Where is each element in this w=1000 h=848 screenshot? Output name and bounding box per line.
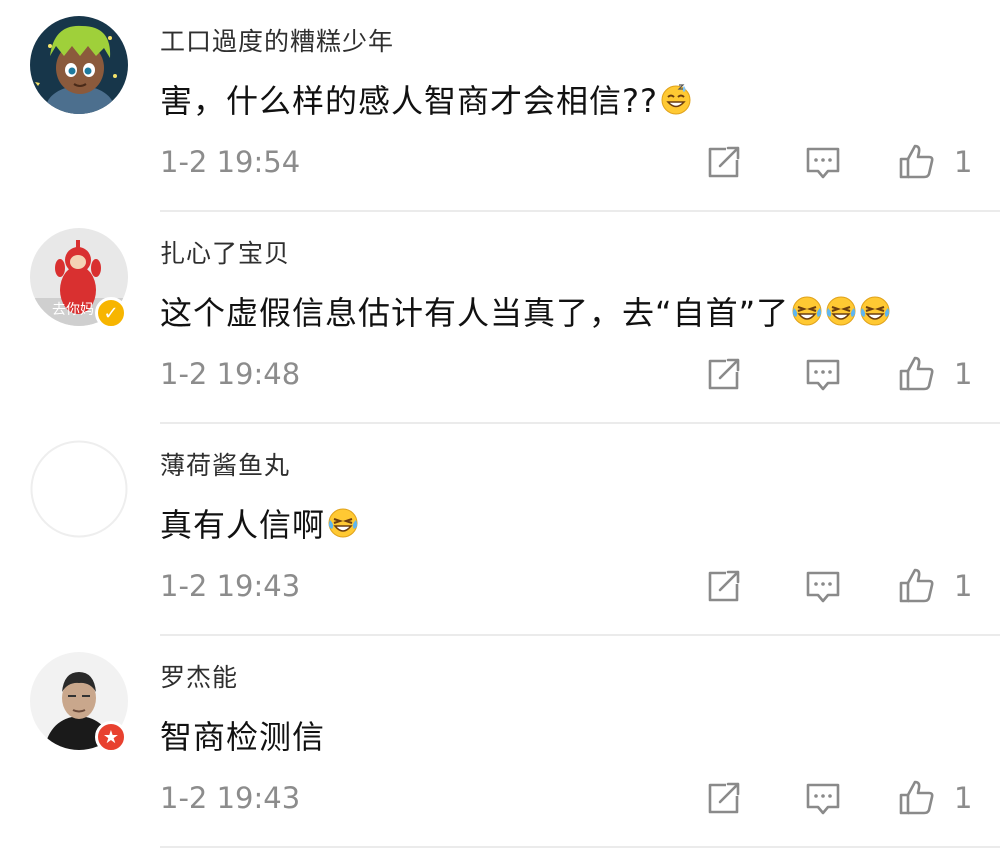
comment-text: 智商检测信 <box>160 712 325 758</box>
laugh-cry-emoji-icon <box>327 507 359 539</box>
comment-timestamp: 1-2 19:48 <box>160 357 301 391</box>
like-count: 1 <box>954 781 973 815</box>
comment-timestamp: 1-2 19:54 <box>160 145 301 179</box>
verified-badge-icon: ★ <box>95 721 127 753</box>
comment-text-content: 这个虚假信息估计有人当真了，去“自首”了 <box>160 294 790 332</box>
comment-username[interactable]: 罗杰能 <box>160 658 238 694</box>
comment-timestamp: 1-2 19:43 <box>160 569 301 603</box>
share-icon[interactable] <box>704 778 744 818</box>
laugh-cry-emoji-icon <box>825 295 857 327</box>
comment-item: 工口過度的糟糕少年 害，什么样的感人智商才会相信?? 1-2 19:54 1 <box>0 0 1000 212</box>
comment-icon[interactable] <box>803 778 843 818</box>
like-icon[interactable] <box>896 566 936 606</box>
comment-item: ★ 罗杰能 智商检测信 1-2 19:43 1 <box>0 636 1000 848</box>
comment-username[interactable]: 薄荷酱鱼丸 <box>160 446 290 482</box>
comment-list: 工口過度的糟糕少年 害，什么样的感人智商才会相信?? 1-2 19:54 1 去… <box>0 0 1000 848</box>
comment-text-content: 害，什么样的感人智商才会相信?? <box>160 82 658 120</box>
comment-username[interactable]: 工口過度的糟糕少年 <box>160 22 394 58</box>
comment-timestamp: 1-2 19:43 <box>160 781 301 815</box>
like-icon[interactable] <box>896 354 936 394</box>
share-icon[interactable] <box>704 566 744 606</box>
like-icon[interactable] <box>896 142 936 182</box>
comment-icon[interactable] <box>803 354 843 394</box>
avatar[interactable] <box>30 16 128 114</box>
comment-text: 这个虚假信息估计有人当真了，去“自首”了 <box>160 288 891 334</box>
comment-text: 真有人信啊 <box>160 500 359 546</box>
comment-text-content: 真有人信啊 <box>160 506 326 544</box>
avatar[interactable] <box>30 440 128 538</box>
comment-text: 害，什么样的感人智商才会相信?? <box>160 76 692 122</box>
like-icon[interactable] <box>896 778 936 818</box>
share-icon[interactable] <box>704 354 744 394</box>
laugh-cry-emoji-icon <box>791 295 823 327</box>
like-count: 1 <box>954 145 973 179</box>
share-icon[interactable] <box>704 142 744 182</box>
laugh-cry-emoji-icon <box>859 295 891 327</box>
comment-username[interactable]: 扎心了宝贝 <box>160 234 290 270</box>
comment-icon[interactable] <box>803 566 843 606</box>
comment-text-content: 智商检测信 <box>160 718 326 756</box>
like-count: 1 <box>954 357 973 391</box>
avatar-caption: 去你妈 <box>52 302 94 318</box>
grin-sweat-emoji-icon <box>660 83 692 115</box>
comment-icon[interactable] <box>803 142 843 182</box>
like-count: 1 <box>954 569 973 603</box>
verified-badge-icon: ✓ <box>95 297 127 329</box>
comment-item: 薄荷酱鱼丸 真有人信啊 1-2 19:43 1 <box>0 424 1000 636</box>
comment-item: 去你妈 ✓ 扎心了宝贝 这个虚假信息估计有人当真了，去“自首”了 1-2 19:… <box>0 212 1000 424</box>
